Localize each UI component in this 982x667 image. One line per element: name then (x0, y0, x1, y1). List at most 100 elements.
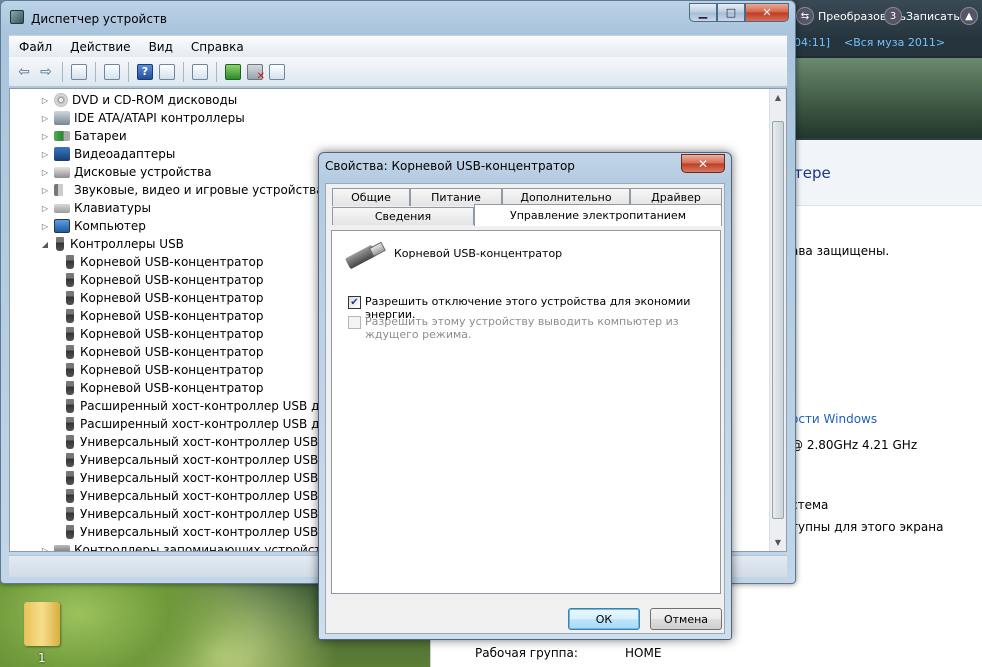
maximize-button[interactable]: □ (717, 3, 745, 22)
dialog-close-button[interactable]: ✕ (681, 154, 725, 173)
tree-category[interactable]: ▷ Контроллеры запоминающих устройств (40, 541, 328, 552)
menu-file[interactable]: Файл (19, 40, 52, 54)
windows-features-link[interactable]: ости Windows (791, 412, 877, 426)
forward-arrow-icon[interactable]: ⇨ (35, 61, 57, 83)
tab-details[interactable]: Сведения (332, 207, 474, 225)
tree-device[interactable]: Универсальный хост-контроллер USB дл (60, 451, 338, 469)
expand-arrow-icon[interactable]: ▷ (40, 204, 50, 213)
usb-icon (66, 489, 74, 503)
scroll-up-icon[interactable]: ▲ (770, 89, 786, 106)
tree-item-label: Универсальный хост-контроллер USB дл (80, 507, 338, 521)
minimize-button[interactable]: ▁ (689, 3, 717, 22)
tree-device[interactable]: Универсальный хост-контроллер USB дл (60, 523, 338, 541)
usb-icon (66, 363, 74, 377)
tree-item-label: DVD и CD-ROM дисководы (72, 93, 238, 107)
tree-device[interactable]: Корневой USB-концентратор (60, 325, 263, 343)
device-manager-icon (10, 10, 24, 24)
expand-arrow-icon[interactable]: ▷ (40, 168, 50, 177)
allow-wake-option: Разрешить этому устройству выводить комп… (348, 315, 705, 341)
scroll-thumb[interactable] (772, 121, 784, 519)
tree-item-label: Расширенный хост-контроллер USB для (80, 417, 335, 431)
tab-general[interactable]: Общие (332, 188, 410, 206)
power-management-page: Корневой USB-концентратор ✔ Разрешить от… (331, 230, 721, 594)
expand-arrow-icon[interactable]: ▷ (40, 132, 50, 141)
tree-category[interactable]: ▷ Клавиатуры (40, 199, 151, 217)
media-menu-icon[interactable]: ▲ (960, 4, 978, 28)
close-button[interactable]: ✕ (745, 3, 789, 22)
cpu-info: @ 2.80GHz 4.21 GHz (791, 438, 918, 452)
tree-item-label: Корневой USB-концентратор (80, 381, 264, 395)
tree-item-label: Клавиатуры (74, 201, 151, 215)
ok-button[interactable]: ОК (568, 608, 640, 630)
tree-category[interactable]: ◢ Контроллеры USB (40, 235, 184, 253)
toolbar: ⇦ ⇨ ? (9, 57, 787, 87)
menu-help[interactable]: Справка (191, 40, 244, 54)
tree-device[interactable]: Универсальный хост-контроллер USB дл (60, 505, 338, 523)
expand-arrow-icon[interactable]: ▷ (40, 96, 50, 105)
menu-action[interactable]: Действие (70, 40, 130, 54)
tree-device[interactable]: Расширенный хост-контроллер USB для (60, 397, 334, 415)
tree-device[interactable]: Универсальный хост-контроллер USB дл (60, 487, 338, 505)
usb-icon (56, 237, 64, 251)
back-arrow-icon[interactable]: ⇦ (13, 61, 35, 83)
action-pane-icon[interactable] (156, 61, 178, 83)
tree-item-label: Контроллеры USB (70, 237, 184, 251)
tree-category[interactable]: ▷ Батареи (40, 127, 127, 145)
tree-category[interactable]: ▷ IDE ATA/ATAPI контроллеры (40, 109, 245, 127)
tree-device[interactable]: Корневой USB-концентратор (60, 307, 263, 325)
update-driver-icon[interactable] (222, 61, 244, 83)
collapse-arrow-icon[interactable]: ◢ (40, 240, 50, 249)
cancel-button[interactable]: Отмена (650, 608, 722, 630)
usb-icon (66, 273, 74, 287)
title-bar[interactable]: Диспетчер устройств ▁ □ ✕ (1, 1, 795, 33)
tree-item-label: Универсальный хост-контроллер USB дл (80, 471, 338, 485)
expand-arrow-icon[interactable]: ▷ (40, 222, 50, 231)
properties-icon[interactable] (101, 61, 123, 83)
device-name: Корневой USB-концентратор (394, 247, 563, 260)
disk-drive-icon (54, 166, 70, 178)
computer-icon (54, 219, 70, 233)
display-adapter-icon (54, 147, 70, 161)
tree-item-label: Корневой USB-концентратор (80, 309, 264, 323)
tree-device[interactable]: Корневой USB-концентратор (60, 253, 263, 271)
usb-icon (66, 399, 74, 413)
tab-power-management[interactable]: Управление электропитанием (474, 204, 722, 226)
storage-controller-icon (54, 545, 70, 551)
toolbar-separator (95, 61, 96, 82)
uninstall-device-icon[interactable] (244, 61, 266, 83)
tree-category[interactable]: ▷ Компьютер (40, 217, 146, 235)
desktop-folder-icon[interactable] (24, 602, 60, 646)
tree-device[interactable]: Универсальный хост-контроллер USB дл (60, 433, 338, 451)
tree-device[interactable]: Корневой USB-концентратор (60, 343, 263, 361)
tree-item-label: Универсальный хост-контроллер USB дл (80, 435, 338, 449)
expand-arrow-icon[interactable]: ▷ (40, 546, 50, 552)
tree-device[interactable]: Корневой USB-концентратор (60, 361, 263, 379)
tree-device[interactable]: Расширенный хост-контроллер USB для (60, 415, 334, 433)
tree-device[interactable]: Корневой USB-концентратор (60, 379, 263, 397)
expand-arrow-icon[interactable]: ▷ (40, 186, 50, 195)
tree-item-label: Корневой USB-концентратор (80, 273, 264, 287)
show-hide-console-tree-icon[interactable] (68, 61, 90, 83)
tree-item-label: Дисковые устройства (74, 165, 212, 179)
sound-icon (54, 184, 70, 196)
record-button[interactable]: 3 Записать (884, 4, 960, 28)
scan-hardware-icon[interactable] (189, 61, 211, 83)
tree-category[interactable]: ▷ Дисковые устройства (40, 163, 212, 181)
menu-view[interactable]: Вид (149, 40, 173, 54)
disable-device-icon[interactable] (266, 61, 288, 83)
tree-category[interactable]: ▷ DVD и CD-ROM дисководы (40, 91, 237, 109)
tree-device[interactable]: Корневой USB-концентратор (60, 289, 263, 307)
tree-device[interactable]: Корневой USB-концентратор (60, 271, 263, 289)
tree-item-label: Корневой USB-концентратор (80, 345, 264, 359)
tree-category[interactable]: ▷ Видеоадаптеры (40, 145, 175, 163)
scroll-down-icon[interactable]: ▼ (770, 534, 786, 551)
help-icon[interactable]: ? (134, 61, 156, 83)
allow-power-off-checkbox[interactable]: ✔ (348, 296, 361, 309)
tree-device[interactable]: Универсальный хост-контроллер USB дл (60, 469, 338, 487)
tree-category[interactable]: ▷ Звуковые, видео и игровые устройства (40, 181, 324, 199)
expand-arrow-icon[interactable]: ▷ (40, 114, 50, 123)
tree-scrollbar[interactable]: ▲ ▼ (769, 89, 786, 551)
tree-item-label: Корневой USB-концентратор (80, 327, 264, 341)
tree-item-label: Компьютер (74, 219, 146, 233)
expand-arrow-icon[interactable]: ▷ (40, 150, 50, 159)
